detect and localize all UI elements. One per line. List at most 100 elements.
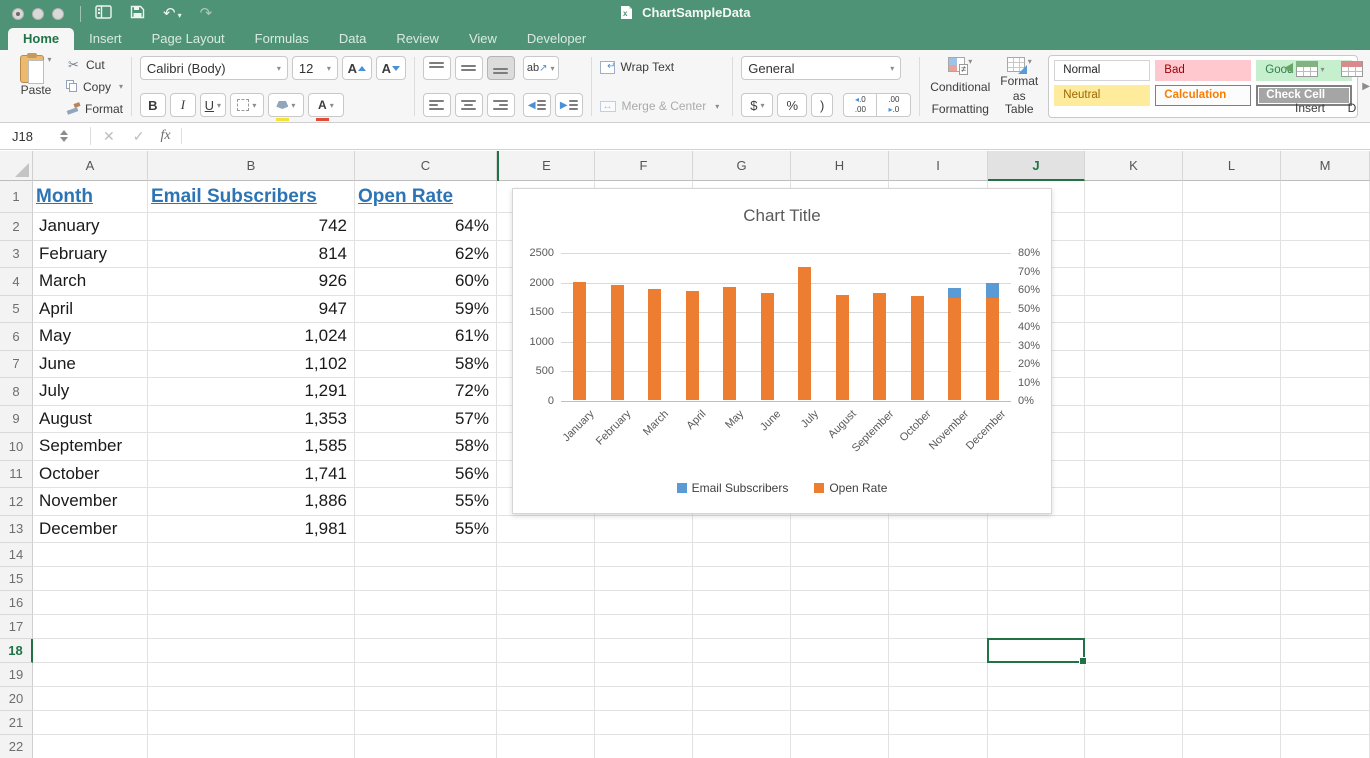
- insert-function-icon[interactable]: fx: [160, 128, 170, 144]
- shrink-font-button[interactable]: A: [376, 56, 406, 80]
- cell-style-normal[interactable]: Normal: [1054, 60, 1150, 81]
- cell-L8[interactable]: [1183, 378, 1281, 406]
- undo-button[interactable]: ↶▾: [163, 5, 182, 23]
- tab-page-layout[interactable]: Page Layout: [137, 28, 240, 50]
- row-header-1[interactable]: 1: [0, 181, 33, 213]
- align-bottom-button[interactable]: [487, 56, 515, 80]
- cell-M4[interactable]: [1281, 268, 1370, 296]
- decrease-indent-button[interactable]: ◀: [523, 93, 551, 117]
- cell-K13[interactable]: [1085, 516, 1183, 544]
- cell-L20[interactable]: [1183, 687, 1281, 711]
- secondary-value-axis[interactable]: 80%70%60%50%40%30%20%10%0%: [1011, 253, 1047, 401]
- cell-C5[interactable]: 59%: [355, 296, 497, 324]
- cell-A10[interactable]: September: [33, 433, 148, 461]
- cell-A7[interactable]: June: [33, 351, 148, 379]
- legend-item[interactable]: Email Subscribers: [677, 481, 789, 495]
- bar-open-rate[interactable]: [573, 282, 586, 400]
- cancel-icon[interactable]: ✕: [103, 128, 115, 145]
- cell-E22[interactable]: [499, 735, 595, 758]
- paste-button[interactable]: ▾ Paste: [10, 55, 62, 118]
- bar-open-rate[interactable]: [761, 293, 774, 400]
- cell-A5[interactable]: April: [33, 296, 148, 324]
- cell-A13[interactable]: December: [33, 516, 148, 544]
- italic-button[interactable]: I: [170, 93, 196, 117]
- cell-M20[interactable]: [1281, 687, 1370, 711]
- cell-C21[interactable]: [355, 711, 497, 735]
- column-header-M[interactable]: M: [1281, 151, 1370, 181]
- cell-C9[interactable]: 57%: [355, 406, 497, 434]
- cell-K2[interactable]: [1085, 213, 1183, 241]
- cell-L5[interactable]: [1183, 296, 1281, 324]
- cell-M2[interactable]: [1281, 213, 1370, 241]
- cell-F21[interactable]: [595, 711, 693, 735]
- cell-A18[interactable]: [33, 639, 148, 663]
- cell-M8[interactable]: [1281, 378, 1370, 406]
- cell-M21[interactable]: [1281, 711, 1370, 735]
- chart-title[interactable]: Chart Title: [513, 205, 1051, 227]
- delete-cells-button[interactable]: D: [1341, 55, 1363, 115]
- cell-C22[interactable]: [355, 735, 497, 758]
- row-header-10[interactable]: 10: [0, 433, 33, 461]
- cell-B19[interactable]: [148, 663, 355, 687]
- cell-A6[interactable]: May: [33, 323, 148, 351]
- row-header-13[interactable]: 13: [0, 516, 33, 544]
- cell-L6[interactable]: [1183, 323, 1281, 351]
- cell-C6[interactable]: 61%: [355, 323, 497, 351]
- row-header-14[interactable]: 14: [0, 543, 33, 567]
- increase-decimal-button[interactable]: ◂.0.00: [843, 93, 877, 117]
- bar-open-rate[interactable]: [986, 298, 999, 400]
- align-middle-button[interactable]: [455, 56, 483, 80]
- row-header-3[interactable]: 3: [0, 241, 33, 269]
- cell-M19[interactable]: [1281, 663, 1370, 687]
- column-header-E[interactable]: E: [499, 151, 595, 181]
- cell-F22[interactable]: [595, 735, 693, 758]
- cell-H15[interactable]: [791, 567, 889, 591]
- cell-E18[interactable]: [499, 639, 595, 663]
- row-header-22[interactable]: 22: [0, 735, 33, 758]
- column-header-K[interactable]: K: [1085, 151, 1183, 181]
- cell-C17[interactable]: [355, 615, 497, 639]
- cell-C10[interactable]: 58%: [355, 433, 497, 461]
- tab-formulas[interactable]: Formulas: [240, 28, 324, 50]
- cell-K8[interactable]: [1085, 378, 1183, 406]
- align-center-button[interactable]: [455, 93, 483, 117]
- row-header-17[interactable]: 17: [0, 615, 33, 639]
- column-header-G[interactable]: G: [693, 151, 791, 181]
- cell-B20[interactable]: [148, 687, 355, 711]
- cell-K21[interactable]: [1085, 711, 1183, 735]
- cell-K1[interactable]: [1085, 181, 1183, 213]
- cell-B17[interactable]: [148, 615, 355, 639]
- cell-M12[interactable]: [1281, 488, 1370, 516]
- cell-E15[interactable]: [499, 567, 595, 591]
- cell-H14[interactable]: [791, 543, 889, 567]
- cell-I15[interactable]: [889, 567, 988, 591]
- cell-F18[interactable]: [595, 639, 693, 663]
- cell-M10[interactable]: [1281, 433, 1370, 461]
- plot-area[interactable]: JanuaryFebruaryMarchAprilMayJuneJulyAugu…: [561, 253, 1011, 401]
- cell-F13[interactable]: [595, 516, 693, 544]
- cell-L10[interactable]: [1183, 433, 1281, 461]
- cell-K7[interactable]: [1085, 351, 1183, 379]
- cell-M1[interactable]: [1281, 181, 1370, 213]
- cell-C11[interactable]: 56%: [355, 461, 497, 489]
- font-size-select[interactable]: 12▾: [292, 56, 338, 80]
- cell-G14[interactable]: [693, 543, 791, 567]
- cell-E14[interactable]: [499, 543, 595, 567]
- bar-open-rate[interactable]: [648, 289, 661, 400]
- cell-K5[interactable]: [1085, 296, 1183, 324]
- cell-F14[interactable]: [595, 543, 693, 567]
- zoom-window-button[interactable]: [52, 8, 64, 20]
- cell-L2[interactable]: [1183, 213, 1281, 241]
- cell-style-neutral[interactable]: Neutral: [1054, 85, 1150, 106]
- cell-G15[interactable]: [693, 567, 791, 591]
- orientation-button[interactable]: ab↗▾: [523, 56, 559, 80]
- cell-I13[interactable]: [889, 516, 988, 544]
- cell-L19[interactable]: [1183, 663, 1281, 687]
- cell-J17[interactable]: [988, 615, 1085, 639]
- cell-B4[interactable]: 926: [148, 268, 355, 296]
- column-header-A[interactable]: A: [33, 151, 148, 181]
- row-header-4[interactable]: 4: [0, 268, 33, 296]
- cell-H19[interactable]: [791, 663, 889, 687]
- cell-B14[interactable]: [148, 543, 355, 567]
- copy-button[interactable]: Copy▾: [66, 78, 123, 95]
